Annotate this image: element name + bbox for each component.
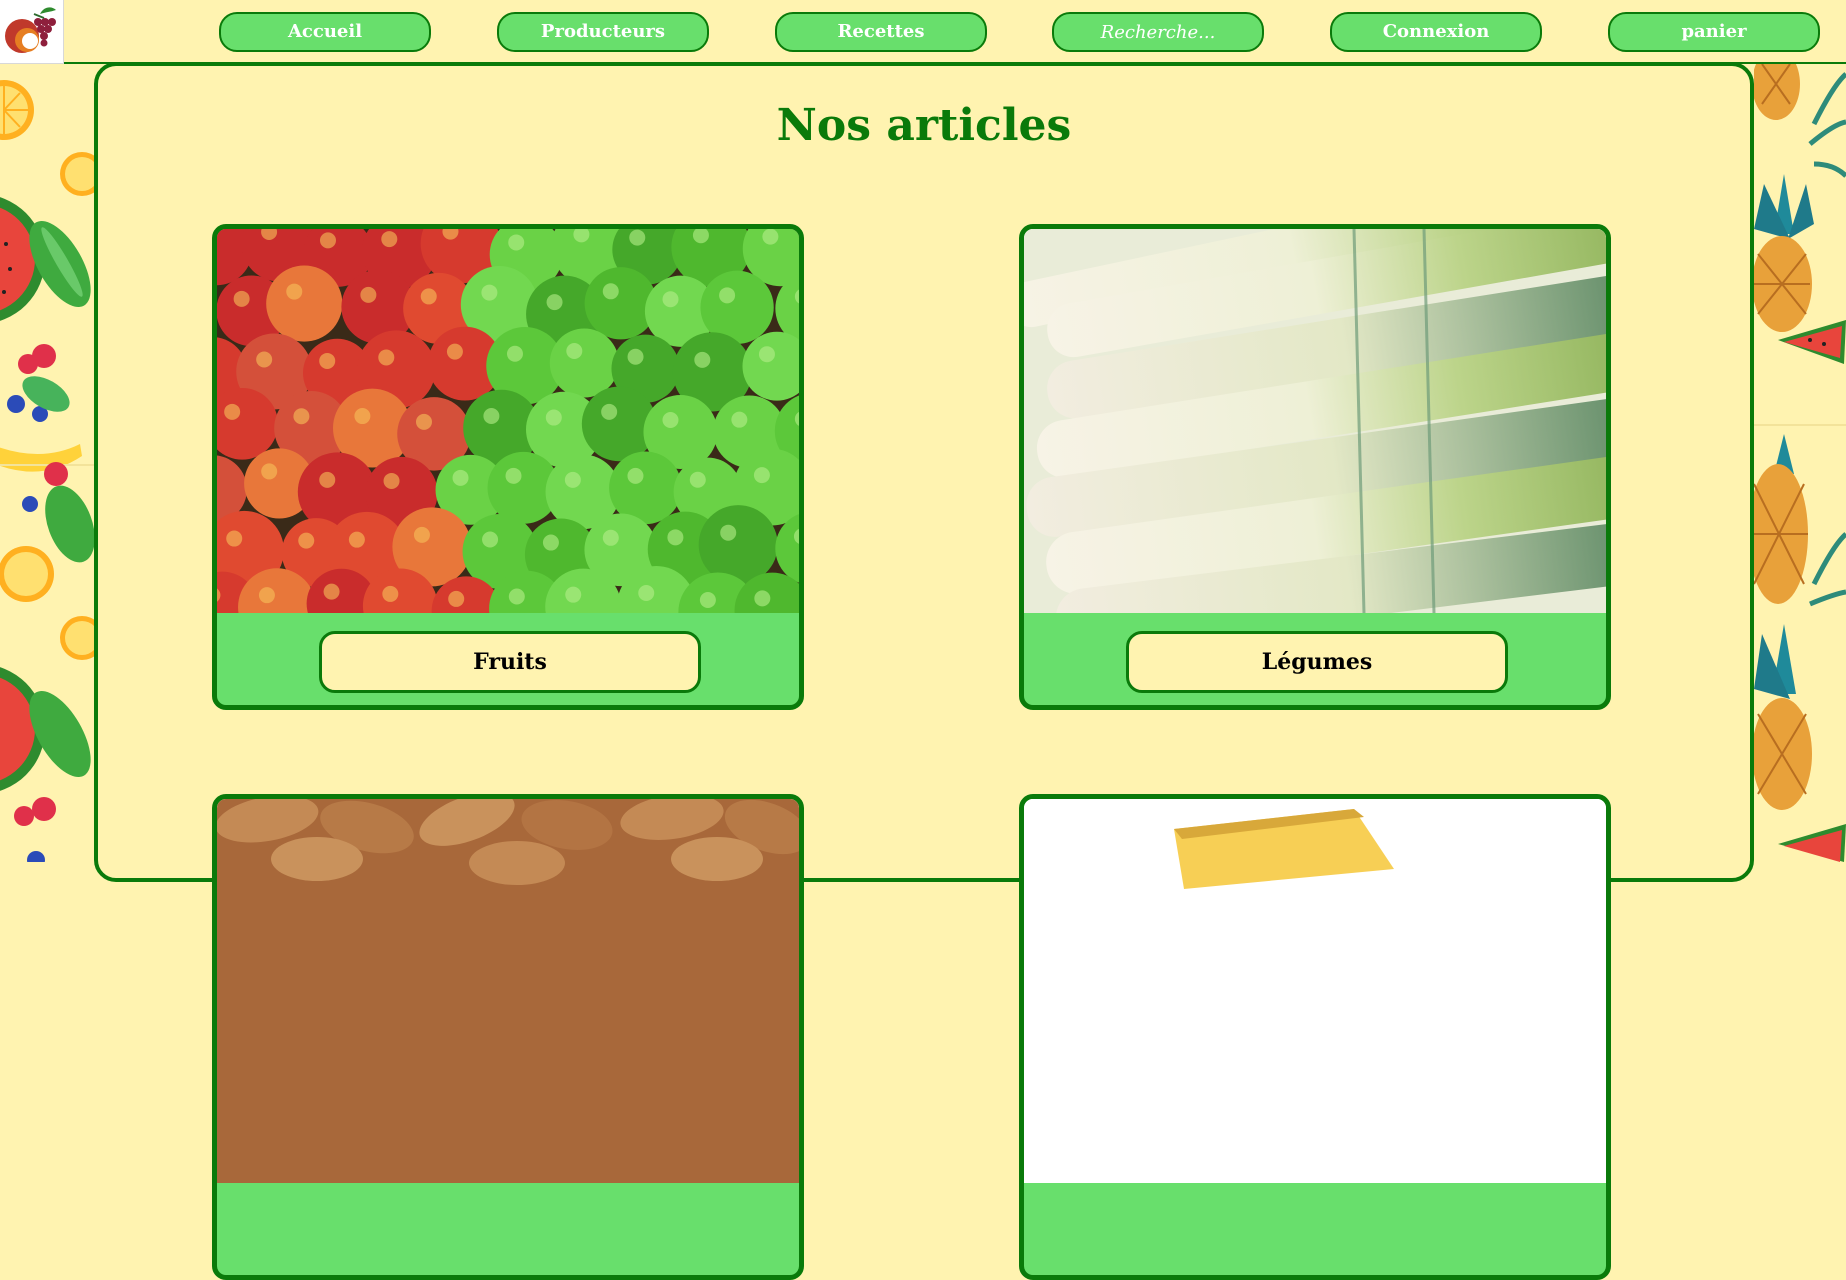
nav-recipes-button[interactable]: Recettes [775,12,987,52]
leeks-photo[interactable] [1024,229,1606,613]
fruit-pattern-icon [0,80,94,862]
apples-photo[interactable] [217,229,799,613]
fruits-button[interactable]: Fruits [319,631,701,693]
fruit-wallpaper-left [0,64,94,862]
nav-login-button[interactable]: Connexion [1330,12,1542,52]
search-input[interactable] [1052,12,1264,52]
page-title: Nos articles [776,100,1072,151]
nav-home-button[interactable]: Accueil [219,12,431,52]
articles-panel: Nos articles Fruits Légumes [94,62,1754,1280]
category-card-vegetables[interactable]: Légumes [1019,224,1611,710]
fruit-logo-icon [5,7,56,53]
cheese-image [1024,799,1606,1183]
almonds-image [217,799,799,1183]
almonds-photo[interactable] [217,799,799,1183]
nav-producers-button[interactable]: Producteurs [497,12,709,52]
vegetables-button[interactable]: Légumes [1126,631,1508,693]
category-card-almonds[interactable] [212,794,804,1280]
leeks-image [1024,229,1606,613]
cheese-photo[interactable] [1024,799,1606,1183]
pineapple-pattern-icon [1754,64,1846,862]
apples-image [217,229,799,613]
category-card-cheese[interactable] [1019,794,1611,1280]
nav-cart-button[interactable]: panier [1608,12,1820,52]
fruit-wallpaper-right [1754,64,1846,862]
category-card-fruits[interactable]: Fruits [212,224,804,710]
top-navigation-bar: Accueil Producteurs Recettes Connexion p… [0,0,1846,64]
site-logo[interactable] [0,0,64,64]
